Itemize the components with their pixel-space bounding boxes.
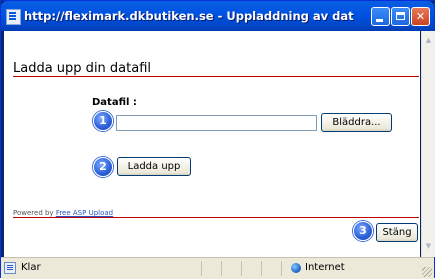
status-text: Klar xyxy=(21,262,41,273)
step-2-badge: 2 xyxy=(93,157,113,177)
maximize-button[interactable] xyxy=(391,7,410,26)
status-cell xyxy=(241,261,261,276)
resize-grip-icon[interactable] xyxy=(422,267,432,277)
page-icon xyxy=(6,9,21,25)
free-asp-upload-link[interactable]: Free ASP Upload xyxy=(56,209,113,217)
page-title: Ladda upp din datafil xyxy=(13,61,152,76)
title-bar[interactable]: http://fleximark.dkbutiken.se - Uppladdn… xyxy=(1,1,434,31)
close-icon: ✕ xyxy=(415,10,426,23)
minimize-button[interactable] xyxy=(371,7,390,26)
file-label: Datafil : xyxy=(92,97,137,108)
scroll-up-icon[interactable]: ▲ xyxy=(422,33,435,47)
close-window-button[interactable]: ✕ xyxy=(411,7,430,26)
step-1-badge: 1 xyxy=(93,111,113,131)
status-bar: Klar Internet xyxy=(1,257,434,279)
footer-divider xyxy=(13,217,419,218)
page-status-icon xyxy=(4,262,16,274)
zone-cell xyxy=(281,261,421,276)
window-title: http://fleximark.dkbutiken.se - Uppladdn… xyxy=(24,9,354,23)
vertical-scrollbar[interactable]: ▲ ▼ xyxy=(421,31,435,257)
globe-icon xyxy=(291,263,301,273)
powered-by-text: Powered by xyxy=(13,209,54,217)
upload-button[interactable]: Ladda upp xyxy=(117,157,191,176)
file-path-input[interactable] xyxy=(116,115,317,131)
status-cell xyxy=(221,261,241,276)
browser-window: http://fleximark.dkbutiken.se - Uppladdn… xyxy=(0,0,435,279)
minimize-icon xyxy=(376,19,383,22)
status-cell xyxy=(201,261,221,276)
close-button[interactable]: Stäng xyxy=(376,223,418,242)
title-divider xyxy=(13,76,419,77)
maximize-icon xyxy=(396,12,405,20)
browse-button[interactable]: Bläddra... xyxy=(321,113,392,132)
security-zone: Internet xyxy=(305,262,345,273)
powered-by: Powered by Free ASP Upload xyxy=(13,209,113,217)
step-3-badge: 3 xyxy=(353,221,373,241)
status-cell xyxy=(261,261,281,276)
page-content: Ladda upp din datafil Datafil : 1 Bläddr… xyxy=(4,31,420,257)
scroll-down-icon[interactable]: ▼ xyxy=(422,239,435,253)
